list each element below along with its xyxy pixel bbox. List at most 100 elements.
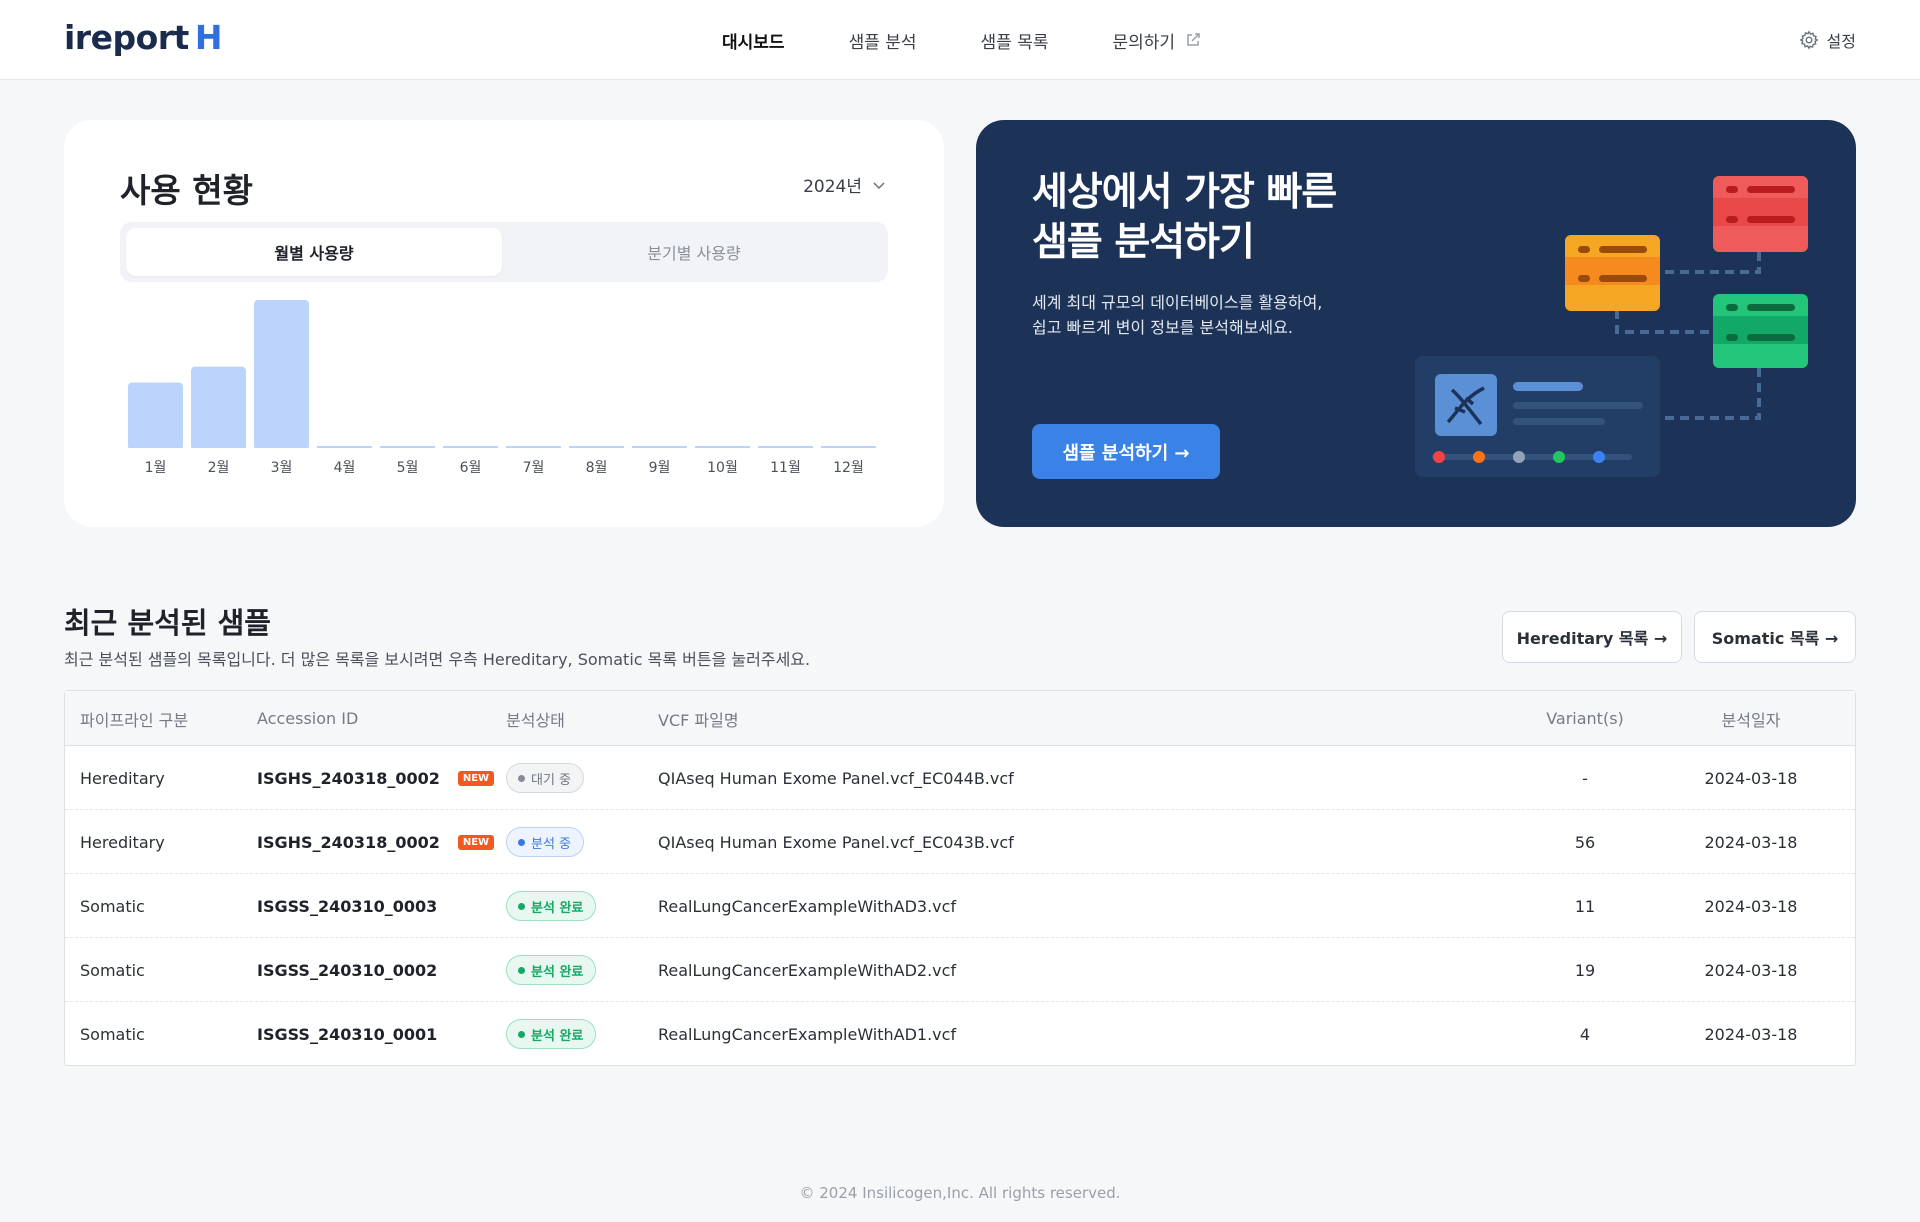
- cell-variants: 4: [1579, 1024, 1591, 1044]
- x-tick-label: 1월: [145, 460, 167, 476]
- cell-date: 2024-03-18: [1704, 960, 1798, 980]
- x-tick-label: 2월: [208, 460, 230, 476]
- green-card-icon: [1713, 294, 1808, 368]
- dna-panel: [1415, 356, 1660, 477]
- status-dot-icon: [518, 838, 525, 846]
- cell-variants: 56: [1574, 832, 1596, 852]
- status-badge: 분석 중: [506, 827, 585, 857]
- new-badge: NEW: [457, 834, 495, 850]
- settings-button[interactable]: 설정: [1798, 28, 1856, 52]
- chart-bar: [443, 446, 498, 448]
- cell-accession-id[interactable]: ISGHS_240318_0002 NEW: [257, 746, 495, 810]
- accession-id-text: ISGHS_240318_0002: [257, 832, 440, 852]
- chart-bar: [695, 446, 750, 448]
- chart-bar: [632, 446, 687, 448]
- x-tick-label: 5월: [397, 460, 419, 476]
- year-select[interactable]: 2024년: [803, 172, 886, 197]
- x-tick-label: 7월: [523, 460, 545, 476]
- status-badge: 대기 중: [506, 763, 585, 793]
- cell-vcf-filename: RealLungCancerExampleWithAD3.vcf: [658, 896, 957, 916]
- usage-tabs: 월별 사용량 분기별 사용량: [120, 222, 888, 282]
- cell-date: 2024-03-18: [1704, 768, 1798, 788]
- table-row[interactable]: Hereditary ISGHS_240318_0002 NEW 분석 중 QIAseq…: [65, 810, 1855, 874]
- cell-vcf-filename: RealLungCancerExampleWithAD1.vcf: [658, 1024, 957, 1044]
- cell-status: 분석 완료: [506, 1002, 597, 1066]
- usage-title: 사용 현황: [120, 171, 253, 210]
- accession-id-text: ISGSS_240310_0003: [257, 896, 438, 916]
- status-badge: 분석 완료: [506, 955, 597, 985]
- accession-id-text: ISGSS_240310_0001: [257, 1024, 438, 1044]
- x-tick-label: 12월: [833, 460, 864, 476]
- cell-status: 대기 중: [506, 746, 585, 810]
- cell-status: 분석 완료: [506, 874, 597, 938]
- recent-samples-description: 최근 분석된 샘플의 목록입니다. 더 많은 목록을 보시려면 우측 Hered…: [64, 650, 811, 669]
- nav-sample-analysis[interactable]: 샘플 분석: [849, 28, 917, 53]
- cell-status: 분석 완료: [506, 938, 597, 1002]
- cell-accession-id[interactable]: ISGSS_240310_0003: [257, 874, 437, 938]
- status-text: 분석 완료: [531, 900, 584, 916]
- yellow-card-icon: [1565, 235, 1660, 311]
- cell-pipeline: Somatic: [80, 896, 145, 916]
- chart-bar: [254, 300, 309, 450]
- cell-pipeline: Hereditary: [80, 832, 165, 852]
- cell-date: 2024-03-18: [1704, 832, 1798, 852]
- red-card-icon: [1713, 176, 1808, 252]
- logo[interactable]: ireport H: [64, 18, 222, 57]
- status-text: 분석 중: [531, 836, 572, 852]
- cell-date: 2024-03-18: [1704, 896, 1798, 916]
- x-tick-label: 3월: [271, 460, 293, 476]
- tab-quarterly[interactable]: 분기별 사용량: [506, 228, 882, 276]
- chart-bar: [506, 446, 561, 448]
- new-badge: NEW: [457, 770, 495, 786]
- cell-accession-id[interactable]: ISGHS_240318_0002 NEW: [257, 810, 495, 874]
- table-row[interactable]: Somatic ISGSS_240310_0002 분석 완료 RealLungCan…: [65, 938, 1855, 1002]
- recent-samples-table: 파이프라인 구분 Accession ID 분석상태 VCF 파일명 Varia…: [64, 690, 1856, 1066]
- x-tick-label: 11월: [770, 460, 801, 476]
- hereditary-list-button[interactable]: Hereditary 목록 →: [1502, 611, 1682, 663]
- cell-date: 2024-03-18: [1704, 1024, 1798, 1044]
- recent-samples-title: 최근 분석된 샘플: [64, 606, 271, 640]
- status-text: 대기 중: [531, 772, 572, 788]
- hero-banner: 세상에서 가장 빠른 샘플 분석하기 세계 최대 규모의 데이터베이스를 활용하…: [976, 120, 1856, 527]
- table-row[interactable]: Somatic ISGSS_240310_0003 분석 완료 RealLungCan…: [65, 874, 1855, 938]
- nav-contact[interactable]: 문의하기: [1113, 28, 1202, 53]
- gear-icon: [1798, 30, 1819, 50]
- usage-card: 사용 현황 2024년 월별 사용량 분기별 사용량 1월 2월 3월 4월 5월 6월 7…: [64, 120, 944, 527]
- x-tick-label: 4월: [334, 460, 356, 476]
- nav-dashboard[interactable]: 대시보드: [722, 28, 785, 53]
- nav-sample-list[interactable]: 샘플 목록: [981, 28, 1049, 53]
- cell-variants: 11: [1574, 896, 1596, 916]
- chart-bar: [380, 446, 435, 448]
- cell-vcf-filename: QIAseq Human Exome Panel.vcf_EC044B.vcf: [658, 768, 1014, 788]
- x-tick-label: 8월: [586, 460, 608, 476]
- status-badge: 분석 완료: [506, 1019, 597, 1049]
- cell-accession-id[interactable]: ISGSS_240310_0001: [257, 1002, 437, 1066]
- chart-baseline-mask: [120, 448, 888, 452]
- table-header: 파이프라인 구분 Accession ID 분석상태 VCF 파일명 Varia…: [65, 691, 1855, 746]
- cell-accession-id[interactable]: ISGSS_240310_0002: [257, 938, 437, 1002]
- accession-id-text: ISGHS_240318_0002: [257, 768, 440, 788]
- settings-label: 설정: [1826, 32, 1856, 51]
- status-dot-icon: [518, 1030, 525, 1038]
- tab-monthly[interactable]: 월별 사용량: [126, 228, 502, 276]
- cell-pipeline: Somatic: [80, 960, 145, 980]
- table-row[interactable]: Hereditary ISGHS_240318_0002 NEW 대기 중 QIAseq…: [65, 746, 1855, 810]
- logo-text: ireport: [64, 18, 189, 57]
- chart-bar: [191, 366, 246, 450]
- somatic-list-button[interactable]: Somatic 목록 →: [1694, 611, 1856, 663]
- cell-vcf-filename: RealLungCancerExampleWithAD2.vcf: [658, 960, 957, 980]
- cell-vcf-filename: QIAseq Human Exome Panel.vcf_EC043B.vcf: [658, 832, 1014, 852]
- year-select-value: 2024년: [803, 177, 862, 197]
- chart-bar: [128, 382, 183, 450]
- status-badge: 분석 완료: [506, 891, 597, 921]
- analysis-illustration: [1415, 176, 1808, 477]
- x-tick-label: 10월: [707, 460, 738, 476]
- chevron-down-icon: [873, 181, 885, 189]
- col-variants: Variant(s): [1546, 709, 1624, 728]
- cell-pipeline: Somatic: [80, 1024, 145, 1044]
- chart-bar: [317, 446, 372, 448]
- col-date: 분석일자: [1721, 710, 1781, 730]
- col-accession-id: Accession ID: [257, 709, 359, 728]
- table-row[interactable]: Somatic ISGSS_240310_0001 분석 완료 RealLungCan…: [65, 1002, 1855, 1066]
- status-dot-icon: [518, 902, 525, 910]
